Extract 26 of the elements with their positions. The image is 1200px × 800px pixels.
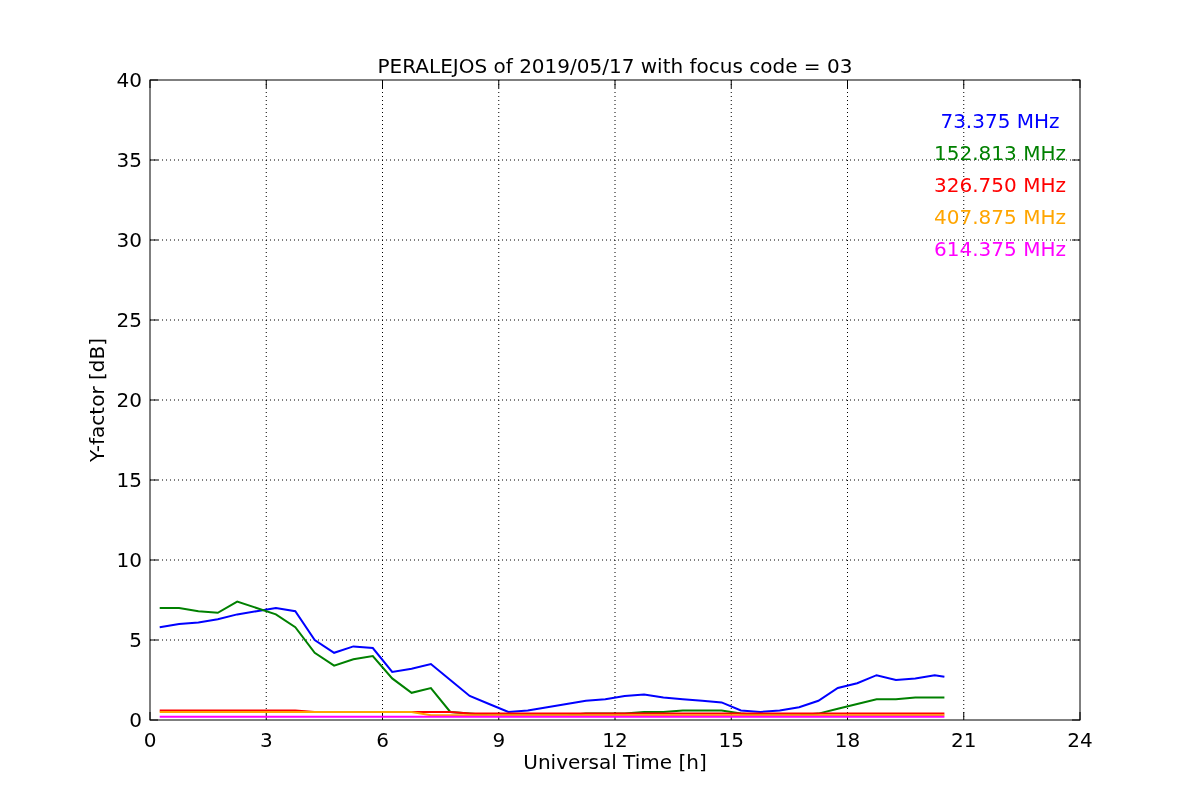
tick-label: 15: [718, 728, 744, 752]
axis-label: Universal Time [h]: [523, 750, 707, 774]
axis-label: Y-factor [dB]: [85, 338, 109, 462]
tick-label: 9: [492, 728, 506, 752]
tick-label: 10: [116, 548, 142, 572]
legend-label: 614.375 MHz: [934, 237, 1066, 261]
tick-label: 15: [116, 468, 142, 492]
legend-label: 407.875 MHz: [934, 205, 1066, 229]
tick-label: 0: [143, 728, 157, 752]
tick-label: 35: [116, 148, 142, 172]
tick-label: 21: [951, 728, 977, 752]
tick-label: 0: [129, 708, 142, 732]
tick-label: 25: [116, 308, 142, 332]
tick-label: 3: [259, 728, 273, 752]
tick-label: 20: [116, 388, 142, 412]
tick-label: 30: [116, 228, 142, 252]
tick-label: 6: [376, 728, 389, 752]
legend-label: 326.750 MHz: [934, 173, 1066, 197]
tick-label: 24: [1067, 728, 1093, 752]
tick-label: 40: [116, 68, 142, 92]
tick-label: 18: [834, 728, 861, 752]
legend-label: 152.813 MHz: [934, 141, 1066, 165]
chart-title: PERALEJOS of 2019/05/17 with focus code = 03: [377, 54, 853, 78]
tick-label: 12: [602, 728, 628, 752]
tick-label: 5: [129, 628, 142, 652]
legend-label: 73.375 MHz: [940, 109, 1060, 133]
